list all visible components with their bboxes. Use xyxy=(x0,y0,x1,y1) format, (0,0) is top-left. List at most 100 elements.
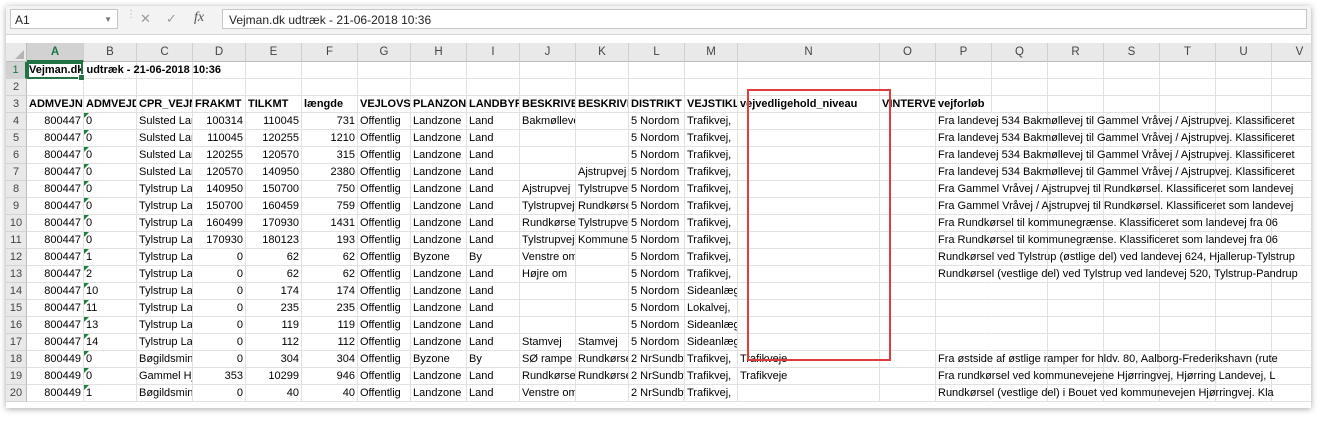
table-cell[interactable]: 235 xyxy=(302,300,358,317)
table-cell[interactable]: 2 NrSundby xyxy=(629,385,685,402)
table-cell[interactable]: 0 xyxy=(193,249,246,266)
row-header-17[interactable]: 17 xyxy=(6,334,27,351)
table-cell[interactable]: 304 xyxy=(246,351,302,368)
table-cell[interactable]: Land xyxy=(467,215,520,232)
row-header-18[interactable]: 18 xyxy=(6,351,27,368)
table-cell[interactable]: Offentlig xyxy=(358,300,411,317)
table-cell[interactable]: Tylstrupvej xyxy=(520,232,576,249)
table-cell[interactable]: Landzone xyxy=(411,266,467,283)
table-cell[interactable]: Land xyxy=(467,130,520,147)
table-cell[interactable]: Fra Gammel Vråvej / Ajstrupvej til Rundk… xyxy=(936,198,1293,215)
table-cell[interactable]: Offentlig xyxy=(358,130,411,147)
table-cell[interactable] xyxy=(880,198,936,215)
row-header-1[interactable]: 1 xyxy=(6,62,27,79)
column-header-q[interactable]: Q xyxy=(992,43,1048,62)
header-cell[interactable]: FRAKMT xyxy=(193,96,246,113)
table-cell[interactable]: 110045 xyxy=(246,113,302,130)
table-cell[interactable]: Tylstrup Landevej xyxy=(137,283,193,300)
table-cell[interactable]: 800447 xyxy=(27,198,84,215)
table-cell[interactable]: 0 xyxy=(193,334,246,351)
table-cell[interactable]: Landzone xyxy=(411,147,467,164)
table-cell[interactable]: Fra landevej 534 Bakmøllevej til Gammel … xyxy=(936,113,1295,130)
table-cell[interactable]: 40 xyxy=(246,385,302,402)
table-cell[interactable]: Offentlig xyxy=(358,368,411,385)
table-cell[interactable] xyxy=(738,334,880,351)
table-cell[interactable]: 0 xyxy=(193,266,246,283)
cell-empty[interactable] xyxy=(936,62,992,79)
table-cell[interactable]: Trafikvej, xyxy=(685,130,738,147)
table-cell[interactable]: Landzone xyxy=(411,164,467,181)
table-cell[interactable] xyxy=(738,215,880,232)
table-cell[interactable]: Tylstrup Landevej xyxy=(137,300,193,317)
table-cell[interactable]: 5 Nordom xyxy=(629,249,685,266)
row-header-12[interactable]: 12 xyxy=(6,249,27,266)
cell-empty[interactable] xyxy=(992,79,1048,96)
table-cell[interactable]: Fra landevej 534 Bakmøllevej til Gammel … xyxy=(936,147,1295,164)
table-cell[interactable]: Rundkørsel xyxy=(576,351,629,368)
header-cell[interactable]: PLANZONE xyxy=(411,96,467,113)
cell-empty[interactable] xyxy=(1272,62,1311,79)
cell-empty[interactable] xyxy=(1216,96,1272,113)
table-cell[interactable] xyxy=(936,300,992,317)
table-cell[interactable]: 304 xyxy=(302,351,358,368)
cell-empty[interactable] xyxy=(1160,283,1216,300)
table-cell[interactable]: 800449 xyxy=(27,385,84,402)
cell-empty[interactable] xyxy=(576,62,629,79)
column-header-r[interactable]: R xyxy=(1048,43,1104,62)
table-cell[interactable]: Venstre om xyxy=(520,249,576,266)
table-cell[interactable]: 1210 xyxy=(302,130,358,147)
table-cell[interactable]: Venstre om xyxy=(520,385,576,402)
cell-empty[interactable] xyxy=(1104,334,1160,351)
table-cell[interactable] xyxy=(880,351,936,368)
table-cell[interactable]: 0 xyxy=(84,351,137,368)
table-cell[interactable]: 5 Nordom xyxy=(629,181,685,198)
table-cell[interactable]: 174 xyxy=(246,283,302,300)
cell-empty[interactable] xyxy=(1272,334,1311,351)
table-cell[interactable]: Rundkørsel xyxy=(520,368,576,385)
cell-empty[interactable] xyxy=(1104,62,1160,79)
table-cell[interactable]: Sideanlæg xyxy=(685,334,738,351)
cell-empty[interactable] xyxy=(358,79,411,96)
table-cell[interactable]: Trafikvej, xyxy=(685,181,738,198)
table-cell[interactable]: Trafikvej, xyxy=(685,147,738,164)
table-cell[interactable] xyxy=(576,113,629,130)
table-cell[interactable]: Landzone xyxy=(411,113,467,130)
table-cell[interactable]: 800447 xyxy=(27,113,84,130)
header-cell[interactable]: DISTRIKT xyxy=(629,96,685,113)
cell-empty[interactable] xyxy=(880,62,936,79)
row-header-14[interactable]: 14 xyxy=(6,283,27,300)
row-header-7[interactable]: 7 xyxy=(6,164,27,181)
table-cell[interactable]: Offentlig xyxy=(358,385,411,402)
table-cell[interactable] xyxy=(738,300,880,317)
cell-empty[interactable] xyxy=(1160,334,1216,351)
table-cell[interactable]: 5 Nordom xyxy=(629,113,685,130)
table-cell[interactable] xyxy=(880,181,936,198)
title-cell[interactable]: Vejman.dk udtræk - 21-06-2018 10:36 xyxy=(27,62,221,79)
table-cell[interactable]: Land xyxy=(467,385,520,402)
table-cell[interactable]: Trafikvej, xyxy=(685,164,738,181)
column-header-h[interactable]: H xyxy=(411,43,467,62)
column-header-c[interactable]: C xyxy=(137,43,193,62)
table-cell[interactable]: 62 xyxy=(302,249,358,266)
cell-empty[interactable] xyxy=(1272,351,1311,368)
table-cell[interactable]: 10 xyxy=(84,283,137,300)
cell-empty[interactable] xyxy=(992,300,1048,317)
table-cell[interactable]: Trafikvej, xyxy=(685,266,738,283)
table-cell[interactable]: Lokalvej, xyxy=(685,300,738,317)
cell-empty[interactable] xyxy=(1216,283,1272,300)
table-cell[interactable]: Fra rundkørsel ved kommunevejene Hjørrin… xyxy=(936,368,1275,385)
table-cell[interactable]: Offentlig xyxy=(358,351,411,368)
cell-empty[interactable] xyxy=(1216,79,1272,96)
row-header-19[interactable]: 19 xyxy=(6,368,27,385)
table-cell[interactable]: 5 Nordom xyxy=(629,198,685,215)
table-cell[interactable]: Tylstrup Landevej xyxy=(137,317,193,334)
table-cell[interactable]: Offentlig xyxy=(358,232,411,249)
cell-empty[interactable] xyxy=(302,79,358,96)
cell-empty[interactable] xyxy=(1048,334,1104,351)
table-cell[interactable]: Ajstrupvej xyxy=(576,164,629,181)
table-cell[interactable] xyxy=(738,385,880,402)
table-cell[interactable] xyxy=(738,164,880,181)
cell-empty[interactable] xyxy=(520,79,576,96)
table-cell[interactable]: Højre om xyxy=(520,266,576,283)
row-header-8[interactable]: 8 xyxy=(6,181,27,198)
